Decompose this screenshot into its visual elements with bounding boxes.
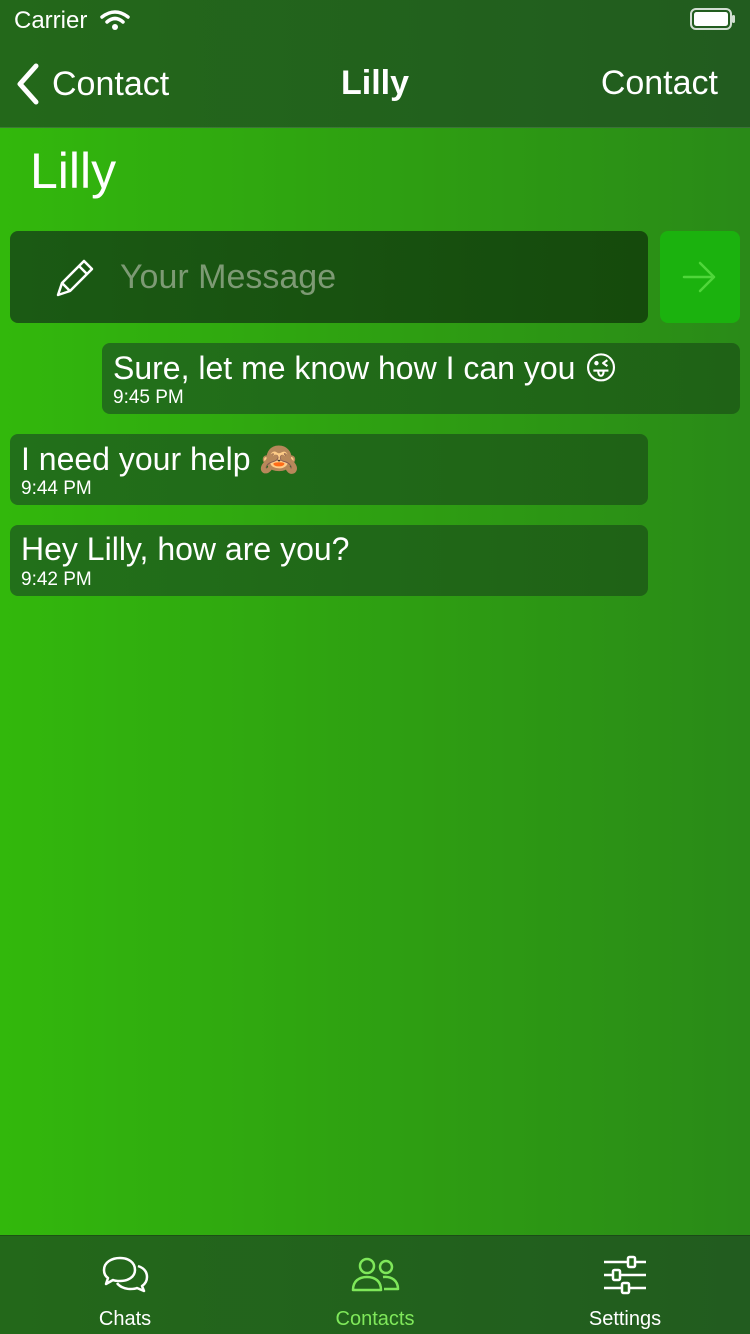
wifi-icon — [100, 10, 130, 30]
status-bar: Carrier — [0, 0, 750, 40]
contact-button[interactable]: Contact — [601, 64, 718, 103]
navigation-bar: Contact Lilly Contact — [0, 40, 750, 128]
message-text: Sure, let me know how I can you 😜 — [113, 349, 618, 387]
message-bubble-incoming[interactable]: I need your help 🙈 9:44 PM — [10, 434, 648, 505]
arrow-right-icon — [682, 261, 716, 293]
see-no-evil-monkey-emoji: 🙈 — [259, 440, 300, 478]
winking-tongue-emoji: 😜 — [584, 349, 618, 387]
tab-contacts[interactable]: Contacts — [250, 1236, 500, 1334]
message-compose-field — [10, 231, 648, 323]
message-bubble-outgoing[interactable]: Sure, let me know how I can you 😜 9:45 P… — [102, 343, 740, 414]
tab-chats-label: Chats — [98, 1308, 152, 1330]
tab-settings[interactable]: Settings — [500, 1236, 750, 1334]
message-bubble-incoming[interactable]: Hey Lilly, how are you? 9:42 PM — [10, 525, 648, 596]
message-text: Hey Lilly, how are you? — [21, 531, 350, 567]
sliders-icon — [604, 1255, 646, 1295]
send-button[interactable] — [660, 231, 740, 323]
message-input[interactable] — [120, 253, 620, 301]
contact-name-title: Lilly — [30, 143, 117, 199]
message-text: I need your help 🙈 — [21, 440, 300, 478]
tab-chats[interactable]: Chats — [0, 1236, 250, 1334]
tab-bar: Chats Contacts Settings — [0, 1235, 750, 1334]
tab-contacts-label: Contacts — [335, 1308, 415, 1330]
battery-icon — [690, 8, 735, 30]
tab-settings-label: Settings — [588, 1308, 662, 1330]
contacts-icon — [351, 1257, 400, 1292]
chat-bubbles-icon — [102, 1256, 149, 1293]
message-time: 9:42 PM — [21, 569, 92, 590]
message-time: 9:45 PM — [113, 387, 184, 408]
pencil-icon — [56, 259, 94, 297]
message-time: 9:44 PM — [21, 478, 92, 499]
carrier-label: Carrier — [14, 7, 88, 34]
